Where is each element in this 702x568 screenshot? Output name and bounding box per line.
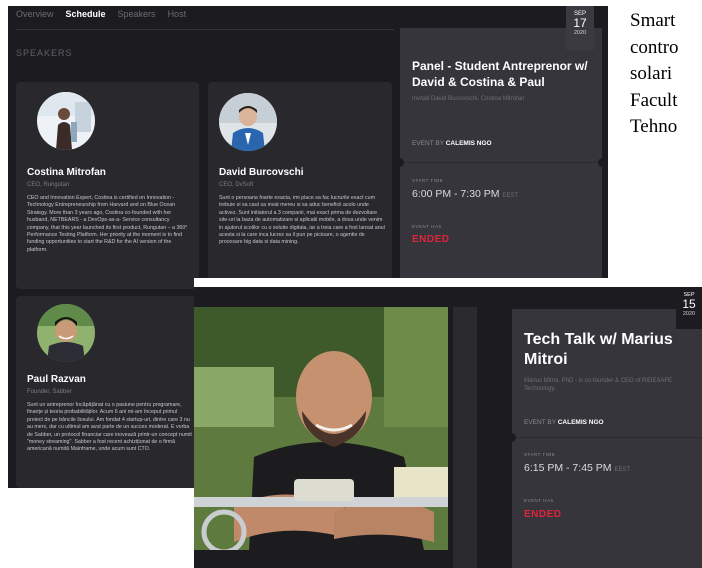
section-title: SPEAKERS [16, 48, 73, 58]
event-status-label: EVENT HAS [412, 224, 442, 229]
ticket-divider [400, 162, 602, 163]
event-time: 6:00 PM - 7:30 PM EEST [412, 188, 519, 200]
event-subtitle: Marius Mitroi, PhD - is co-founder & CEO… [524, 378, 673, 392]
speaker-role: CEO, Rungutan [27, 182, 70, 188]
speaker-bio: Sunt un antreprenor încăpățânat cu o pas… [27, 402, 192, 453]
event-title: Panel - Student Antreprenor w/ David & C… [412, 59, 588, 89]
speaker-bio: CEO and Innovation Expert, Costina is ce… [27, 195, 188, 253]
speaker-bio: Sunt o persoana foarte exacta, imi place… [219, 195, 385, 246]
date-badge: SEP 17 2020 [566, 6, 594, 50]
ticket-notch [598, 158, 607, 167]
tab-speakers[interactable]: Speakers [118, 9, 156, 25]
event-organizer: EVENT BY CALEMIS NGO [524, 419, 604, 426]
event-time: 6:15 PM - 7:45 PM EEST [524, 462, 631, 474]
speaker-photo [194, 307, 448, 550]
document-text-fragment: Smart contro solari Facult Tehno [630, 10, 679, 137]
tab-overview[interactable]: Overview [16, 9, 54, 25]
event-status-label: EVENT HAS [524, 498, 554, 503]
schedule-screenshot-front: SEP 15 2020 Tech Talk w/ Marius Mitroi M… [194, 287, 702, 568]
speaker-name: David Burcovschi [219, 167, 304, 178]
event-subtitle: Invitati David Burcovschi, Costina Mitro… [412, 96, 525, 102]
tab-host[interactable]: Host [168, 9, 187, 25]
date-year: 2020 [573, 30, 587, 36]
speaker-card[interactable]: David Burcovschi CEO, DvSoft Sunt o pers… [208, 82, 392, 289]
screenshot-border [194, 278, 610, 287]
side-strip [453, 307, 477, 568]
avatar [219, 93, 277, 151]
avatar [37, 304, 95, 362]
event-status: ENDED [524, 509, 562, 520]
ticket-notch [507, 433, 516, 442]
top-nav: Overview Schedule Speakers Host [16, 9, 186, 25]
start-time-label: START TIME [412, 178, 444, 183]
speaker-name: Costina Mitrofan [27, 167, 106, 178]
speaker-card[interactable]: Costina Mitrofan CEO, Rungutan CEO and I… [16, 82, 199, 289]
avatar [37, 92, 95, 150]
event-organizer: EVENT BY CALEMIS NGO [412, 140, 492, 147]
date-year: 2020 [682, 311, 696, 317]
ticket-divider [512, 437, 702, 438]
nav-divider [16, 29, 394, 30]
speaker-role: Founder, Sabber [27, 389, 72, 395]
speaker-role: CEO, DvSoft [219, 182, 254, 188]
ticket-notch [395, 158, 404, 167]
event-panel[interactable]: SEP 15 2020 Tech Talk w/ Marius Mitroi M… [507, 287, 702, 568]
speaker-card[interactable]: Paul Razvan Founder, Sabber Sunt un antr… [16, 296, 199, 488]
date-day: 17 [573, 16, 587, 30]
event-status: ENDED [412, 234, 450, 245]
tab-schedule[interactable]: Schedule [66, 9, 106, 25]
event-title: Tech Talk w/ Marius Mitroi [524, 331, 673, 368]
speaker-name: Paul Razvan [27, 374, 86, 385]
date-badge: SEP 15 2020 [676, 287, 702, 329]
start-time-label: START TIME [524, 452, 556, 457]
date-day: 15 [682, 297, 696, 311]
